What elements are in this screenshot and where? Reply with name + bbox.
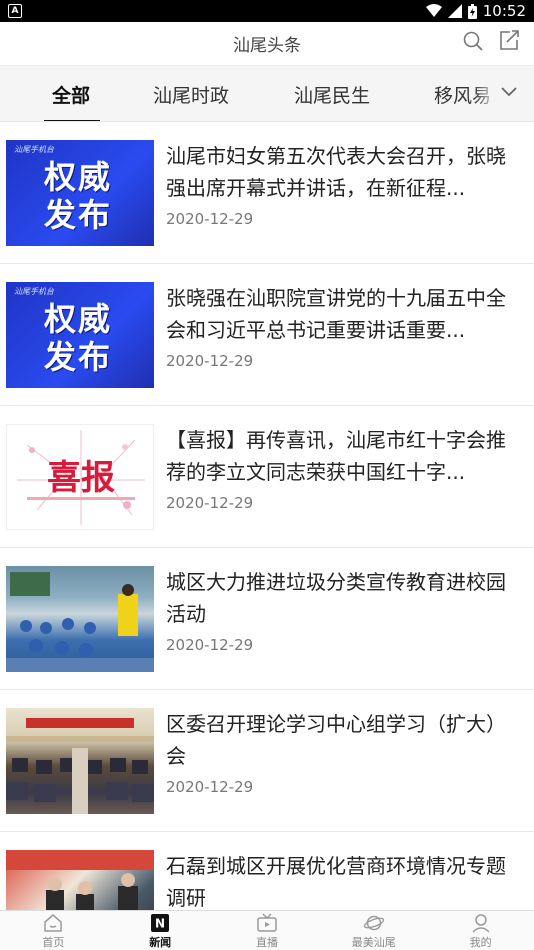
nav-news[interactable]: N 新闻 <box>107 911 214 950</box>
planet-icon <box>363 915 384 931</box>
nav-profile[interactable]: 我的 <box>427 911 534 950</box>
news-title: 区委召开理论学习中心组学习（扩大）会 <box>166 712 506 768</box>
news-item[interactable]: 喜报 【喜报】再传喜讯，汕尾市红十字会推荐的李立文同志荣获中国红十字... 20… <box>0 406 534 548</box>
news-item[interactable]: 城区大力推进垃圾分类宣传教育进校园活动 2020-12-29 <box>0 548 534 690</box>
status-icons: 10:52 <box>425 2 526 20</box>
news-thumbnail: 汕尾手机台 权威 发布 <box>6 140 154 246</box>
profile-icon <box>472 914 490 933</box>
nav-live-label: 直播 <box>255 936 278 949</box>
news-thumbnail: 喜报 <box>6 424 154 530</box>
category-tabs: 全部 汕尾时政 汕尾民生 移风易 <box>0 66 534 122</box>
nav-live[interactable]: 直播 <box>214 911 321 950</box>
nav-home[interactable]: 首页 <box>0 911 107 950</box>
news-title: 石磊到城区开展优化营商环境情况专题调研 <box>166 854 506 910</box>
bottom-navigation: 首页 N 新闻 直播 最美汕尾 我的 <box>0 910 534 950</box>
news-thumbnail <box>6 708 154 814</box>
nav-profile-label: 我的 <box>469 936 492 949</box>
wifi-icon <box>425 4 442 17</box>
page-title: 汕尾头条 <box>233 36 301 56</box>
live-tv-icon <box>257 913 277 932</box>
news-item[interactable]: 汕尾手机台 权威 发布 汕尾市妇女第五次代表大会召开，张晓强出席开幕式并讲话，在新… <box>0 122 534 264</box>
chevron-down-icon[interactable] <box>500 86 518 98</box>
news-date: 2020-12-29 <box>166 778 254 796</box>
home-icon <box>44 914 63 932</box>
news-item[interactable]: 石磊到城区开展优化营商环境情况专题调研 <box>0 832 534 910</box>
nav-beautiful-shanwei-label: 最美汕尾 <box>351 936 396 949</box>
news-date: 2020-12-29 <box>166 636 254 654</box>
news-thumbnail <box>6 850 154 910</box>
nav-beautiful-shanwei[interactable]: 最美汕尾 <box>320 911 427 950</box>
news-title: 【喜报】再传喜讯，汕尾市红十字会推荐的李立文同志荣获中国红十字... <box>166 428 506 484</box>
share-icon[interactable] <box>498 30 520 52</box>
svg-text:N: N <box>155 917 165 931</box>
tab-all[interactable]: 全部 <box>52 81 90 108</box>
news-date: 2020-12-29 <box>166 494 254 512</box>
news-date: 2020-12-29 <box>166 210 254 228</box>
tab-shanwei-livelihood[interactable]: 汕尾民生 <box>294 81 370 108</box>
nav-home-label: 首页 <box>42 936 65 949</box>
news-item[interactable]: 区委召开理论学习中心组学习（扩大）会 2020-12-29 <box>0 690 534 832</box>
news-thumbnail: 汕尾手机台 权威 发布 <box>6 282 154 388</box>
news-icon: N <box>151 914 170 932</box>
news-list: 汕尾手机台 权威 发布 汕尾市妇女第五次代表大会召开，张晓强出席开幕式并讲话，在新… <box>0 122 534 910</box>
search-icon[interactable] <box>462 30 484 52</box>
tab-shanwei-politics[interactable]: 汕尾时政 <box>153 81 229 108</box>
news-item[interactable]: 汕尾手机台 权威 发布 张晓强在汕职院宣讲党的十九届五中全会和习近平总书记重要讲话… <box>0 264 534 406</box>
svg-text:喜报: 喜报 <box>47 458 115 498</box>
news-thumbnail <box>6 566 154 672</box>
nav-news-label: 新闻 <box>149 936 172 949</box>
status-bar: A 10:52 <box>0 0 534 22</box>
news-title: 汕尾市妇女第五次代表大会召开，张晓强出席开幕式并讲话，在新征程... <box>166 144 506 200</box>
news-date: 2020-12-29 <box>166 352 254 370</box>
app-header: 汕尾头条 <box>0 22 534 66</box>
android-notification-icon: A <box>8 4 22 18</box>
news-title: 张晓强在汕职院宣讲党的十九届五中全会和习近平总书记重要讲话重要... <box>166 286 506 342</box>
clock: 10:52 <box>482 2 526 20</box>
battery-icon <box>467 3 477 19</box>
news-title: 城区大力推进垃圾分类宣传教育进校园活动 <box>166 570 506 626</box>
signal-icon <box>447 4 462 18</box>
